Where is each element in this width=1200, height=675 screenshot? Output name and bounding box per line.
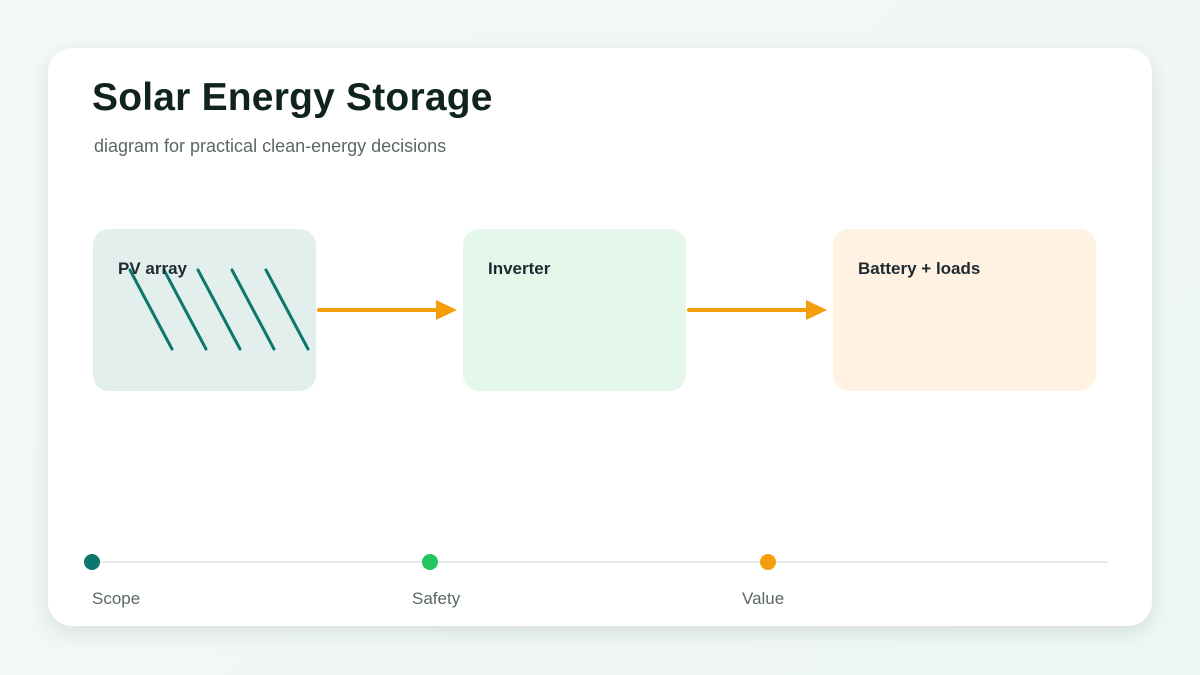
panel-stripe (196, 268, 242, 351)
arrow-pv-to-inverter (317, 300, 457, 320)
timeline-label-scope: Scope (92, 589, 141, 608)
timeline-dot-safety (422, 554, 438, 570)
panel-stripe (162, 268, 208, 351)
solar-panel-icon (128, 268, 310, 351)
panel-stripe (230, 268, 276, 351)
node-label-pv-array: PV array (118, 259, 187, 278)
slide-card: Solar Energy Storage diagram for practic… (48, 48, 1152, 626)
timeline-dot-scope (84, 554, 100, 570)
timeline-label-value: Value (742, 589, 785, 608)
timeline-dot-value (760, 554, 776, 570)
arrow-inverter-to-battery (687, 300, 827, 320)
node-label-battery-loads: Battery + loads (858, 259, 981, 278)
flow-diagram (84, 268, 1108, 570)
node-label-inverter: Inverter (488, 259, 551, 278)
panel-stripe (128, 268, 174, 351)
timeline-label-safety: Safety (412, 589, 461, 608)
panel-stripe (264, 268, 310, 351)
